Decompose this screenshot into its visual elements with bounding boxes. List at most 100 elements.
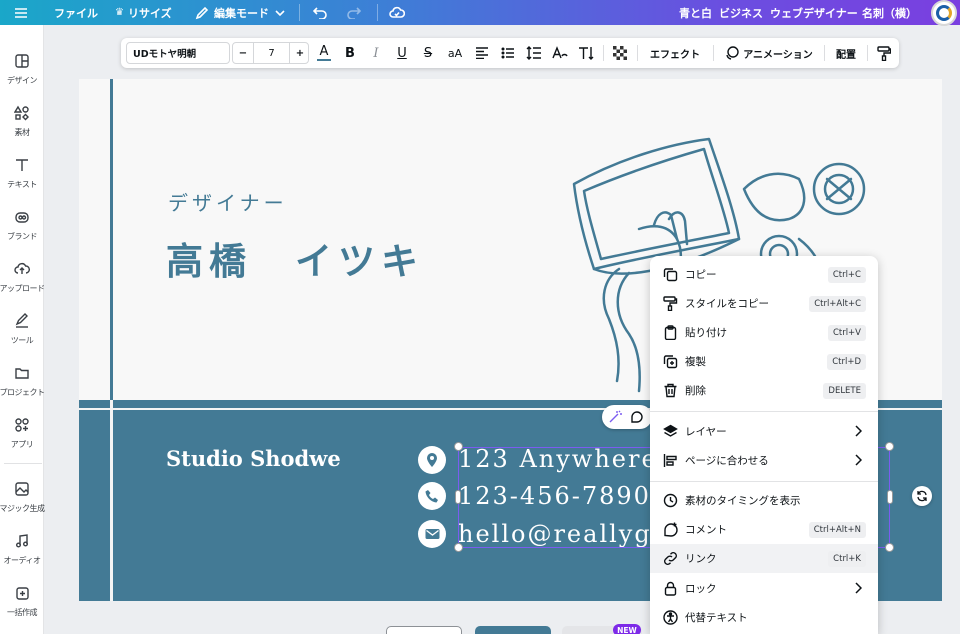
breadcrumb-0[interactable]: 青と白	[679, 0, 712, 25]
menu-item-copy[interactable]: コピー Ctrl+C	[650, 260, 878, 289]
undo-icon[interactable]	[313, 0, 327, 25]
breadcrumb-2[interactable]: ウェブデザイナー	[770, 0, 858, 25]
apps-icon	[15, 418, 29, 432]
underline-button[interactable]: U	[391, 38, 413, 68]
line-spacing-icon[interactable]	[523, 38, 545, 68]
studio-name-text[interactable]: Studio Shodwe	[166, 446, 341, 471]
page-thumbnail-2[interactable]	[475, 626, 551, 634]
chevron-down-icon	[275, 9, 285, 16]
resize-handle-right[interactable]	[887, 490, 893, 504]
menu-item-timing[interactable]: 素材のタイミングを表示	[650, 486, 878, 515]
crown-icon: ♛	[115, 7, 124, 18]
menu-item-label: コピー	[685, 269, 717, 281]
text-color-glyph: A	[319, 44, 329, 59]
menu-item-label: ロック	[685, 583, 717, 595]
magic-wand-icon[interactable]	[608, 410, 622, 424]
letter-case-button[interactable]: aA	[443, 38, 467, 68]
bold-button[interactable]: B	[339, 38, 361, 68]
menu-item-lock[interactable]: ロック	[650, 574, 878, 603]
music-icon	[16, 534, 28, 548]
menu-item-label: ページに合わせる	[685, 455, 769, 467]
font-size-input[interactable]: 7	[253, 43, 290, 63]
sidebar-item-label: ツール	[10, 336, 34, 345]
menu-item-link[interactable]: リンク Ctrl+K	[650, 544, 878, 573]
sidebar-item-text[interactable]: テキスト	[0, 154, 44, 204]
redo-icon[interactable]	[347, 0, 361, 25]
file-menu[interactable]: ファイル	[54, 0, 98, 25]
menu-item-shortcut: Ctrl+V	[827, 325, 866, 341]
bulk-create-icon	[16, 587, 29, 600]
menu-item-label: スタイルをコピー	[685, 298, 769, 310]
animation-button[interactable]: アニメーション	[721, 38, 817, 68]
menu-item-shortcut: Ctrl+Alt+N	[808, 522, 866, 538]
menu-item-copy-style[interactable]: スタイルをコピー Ctrl+Alt+C	[650, 289, 878, 318]
cloud-sync-icon[interactable]	[389, 0, 405, 25]
sidebar-item-apps[interactable]: アプリ	[0, 414, 44, 464]
menu-item-shortcut: Ctrl+C	[827, 267, 866, 283]
breadcrumb-3[interactable]: 名刺（横）	[862, 0, 917, 25]
menu-item-comment[interactable]: コメント Ctrl+Alt+N	[650, 515, 878, 544]
list-bullet-icon[interactable]	[497, 38, 519, 68]
menu-item-paste[interactable]: 貼り付け Ctrl+V	[650, 318, 878, 347]
menu-item-shortcut: Ctrl+D	[827, 354, 866, 370]
sidebar-item-upload[interactable]: アップロード	[0, 258, 45, 308]
comment-add-icon	[664, 522, 678, 537]
rotate-icon	[917, 490, 927, 502]
resize-handle-tl[interactable]	[454, 442, 463, 451]
text-effects-icon[interactable]	[549, 38, 571, 68]
align-left-icon[interactable]	[471, 38, 493, 68]
clipboard-icon	[664, 325, 677, 341]
sidebar-item-tools[interactable]: ツール	[0, 310, 44, 360]
text-color-button[interactable]: A	[313, 38, 335, 68]
brand-icon	[15, 212, 29, 223]
resize-handle-left[interactable]	[455, 490, 461, 504]
font-size-stepper: − 7 +	[232, 42, 309, 64]
menu-item-fit-page[interactable]: ページに合わせる	[650, 446, 878, 475]
vertical-line-light	[110, 400, 113, 601]
name-text[interactable]: 高橋 イツキ	[166, 231, 424, 285]
vertical-text-icon[interactable]	[575, 38, 597, 68]
new-badge: NEW	[613, 624, 641, 634]
resize-handle-tr[interactable]	[885, 442, 894, 451]
sidebar-item-projects[interactable]: プロジェクト	[0, 362, 45, 412]
sidebar-item-brand[interactable]: ブランド	[0, 206, 44, 256]
position-button[interactable]: 配置	[831, 38, 861, 68]
italic-button[interactable]: I	[365, 38, 387, 68]
effects-button[interactable]: エフェクト	[645, 38, 705, 68]
menu-item-alt-text[interactable]: 代替テキスト	[650, 603, 878, 632]
sidebar-item-label: プロジェクト	[0, 388, 45, 397]
font-size-increase[interactable]: +	[290, 43, 310, 63]
menu-item-label: 代替テキスト	[685, 612, 748, 624]
sidebar-item-audio[interactable]: オーディオ	[0, 530, 44, 580]
font-family-select[interactable]: UDモトヤ明朝	[126, 42, 230, 64]
rotate-button[interactable]	[912, 486, 932, 506]
menu-icon[interactable]	[14, 0, 28, 25]
resize-label: リサイズ	[127, 6, 172, 20]
resize-handle-br[interactable]	[885, 543, 894, 552]
font-size-decrease[interactable]: −	[233, 43, 253, 63]
breadcrumb-1[interactable]: ビジネス	[719, 0, 763, 25]
resize-button[interactable]: ♛ リサイズ	[115, 0, 172, 25]
edit-mode-button[interactable]: 編集モード	[195, 0, 285, 25]
resize-handle-bl[interactable]	[454, 543, 463, 552]
transparency-icon[interactable]	[610, 38, 630, 68]
animation-label: アニメーション	[743, 49, 813, 61]
role-text[interactable]: デザイナー	[168, 187, 288, 216]
paint-roller-icon[interactable]	[873, 38, 895, 68]
text-toolbar: UDモトヤ明朝 − 7 + A B I U S aA エフェクト アニメーション…	[121, 38, 899, 68]
sidebar-item-magic[interactable]: マジック生成	[0, 478, 45, 528]
text-icon	[16, 159, 28, 171]
comment-icon[interactable]	[630, 410, 644, 424]
avatar[interactable]	[931, 0, 957, 26]
menu-item-duplicate[interactable]: 複製 Ctrl+D	[650, 347, 878, 376]
sidebar-item-elements[interactable]: 素材	[0, 102, 44, 152]
context-menu: コピー Ctrl+C スタイルをコピー Ctrl+Alt+C 貼り付け Ctrl…	[650, 256, 878, 634]
sidebar-item-design[interactable]: デザイン	[0, 50, 44, 100]
menu-item-delete[interactable]: 削除 DELETE	[650, 376, 878, 405]
page-thumbnail-1[interactable]	[386, 626, 462, 634]
sidebar-item-bulk[interactable]: 一括作成	[0, 582, 44, 632]
link-icon	[664, 552, 677, 565]
chevron-right-icon	[855, 454, 862, 466]
menu-item-layer[interactable]: レイヤー	[650, 417, 878, 446]
strikethrough-button[interactable]: S	[417, 38, 439, 68]
